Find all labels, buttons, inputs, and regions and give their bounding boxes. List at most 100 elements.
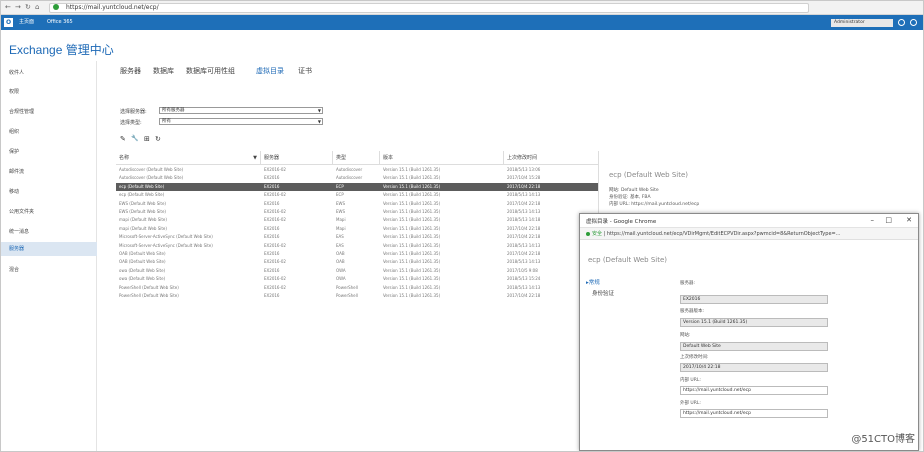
table-cell: Autodiscover <box>336 175 363 181</box>
column-header-version[interactable]: 版本 <box>380 151 504 165</box>
nav-item-organization[interactable]: 组织 <box>1 125 97 139</box>
nav-item-recipients[interactable]: 收件人 <box>1 66 97 80</box>
table-row[interactable]: mapi (Default Web Site) EX2016 Mapi Version… <box>116 225 598 233</box>
table-cell: OAB (Default Web Site) <box>119 251 166 256</box>
tab-dag[interactable]: 数据库可用性组 <box>186 66 235 76</box>
table-cell: EX2016 <box>264 234 280 240</box>
table-cell: EX2016 <box>264 251 280 256</box>
table-cell: Version 15.1 (Build 1261.35) <box>383 251 441 256</box>
settings-icon[interactable] <box>898 19 905 26</box>
field-server: EX2016 <box>680 295 828 304</box>
table-cell: EX2016 <box>264 293 280 298</box>
table-row[interactable]: OAB (Default Web Site) EX2016 OAB Version 1… <box>116 250 598 258</box>
table-row[interactable]: EWS (Default Web Site) EX2016 EWS Version 1… <box>116 200 598 208</box>
table-cell: Microsoft-Server-ActiveSync (Default Web… <box>119 234 213 240</box>
table-row[interactable]: ecp (Default Web Site) EX2016-02 ECP Versio… <box>116 191 598 199</box>
user-menu[interactable]: Administrator <box>831 19 893 27</box>
table-row[interactable]: Microsoft-Server-ActiveSync (Default Web… <box>116 242 598 250</box>
tab-certificates[interactable]: 证书 <box>298 66 312 76</box>
table-cell: EX2016 <box>264 200 280 206</box>
back-icon[interactable]: ← <box>5 3 11 11</box>
table-row[interactable]: PowerShell (Default Web Site) EX2016 Power… <box>116 292 598 300</box>
table-row[interactable]: mapi (Default Web Site) EX2016-02 Mapi Vers… <box>116 216 598 224</box>
table-cell: Version 15.1 (Build 1261.35) <box>383 284 441 290</box>
reload-icon[interactable]: ↻ <box>25 3 31 11</box>
popup-nav-authentication[interactable]: 身份验证 <box>592 289 614 297</box>
refresh-icon[interactable]: ↻ <box>155 135 161 143</box>
nav-item-hybrid[interactable]: 混合 <box>1 263 97 277</box>
table-cell: 2018/5/13 13:06 <box>507 167 541 172</box>
table-row[interactable]: owa (Default Web Site) EX2016-02 OWA Versio… <box>116 275 598 283</box>
table-row[interactable]: ecp (Default Web Site) EX2016 ECP Version 1… <box>116 182 598 192</box>
table-row[interactable]: EWS (Default Web Site) EX2016-02 EWS Versio… <box>116 208 598 216</box>
nav-item-servers[interactable]: 服务器 <box>1 242 97 256</box>
field-label-last-modified: 上次修改时间: <box>680 355 709 360</box>
table-row[interactable]: Autodiscover (Default Web Site) EX2016-02… <box>116 166 598 174</box>
table-cell: Version 15.1 (Build 1261.35) <box>383 242 441 248</box>
popup-url: https://mail.yuntcloud.net/ecp/VDirMgmt/… <box>606 231 841 237</box>
tab-databases[interactable]: 数据库 <box>153 66 174 76</box>
minimize-icon[interactable]: – <box>871 216 875 224</box>
table-row[interactable]: owa (Default Web Site) EX2016 OWA Version 1… <box>116 267 598 275</box>
table-cell: Version 15.1 (Build 1261.35) <box>383 175 441 181</box>
nav-item-public-folders[interactable]: 公用文件夹 <box>1 205 97 219</box>
tab-servers[interactable]: 服务器 <box>120 66 141 76</box>
nav-item-permissions[interactable]: 权限 <box>1 85 97 99</box>
office365-link[interactable]: Office 365 <box>47 15 73 30</box>
home-icon[interactable]: ⌂ <box>35 3 39 11</box>
table-cell: Autodiscover (Default Web Site) <box>119 175 184 181</box>
type-select[interactable]: 所有 ▼ <box>159 118 323 125</box>
edit-virtual-directory-window: 虚拟目录 - Google Chrome – □ ✕ 安全 | https://… <box>579 213 919 451</box>
nav-item-compliance[interactable]: 合规性管理 <box>1 105 97 119</box>
office-logo-icon[interactable]: O <box>4 18 13 27</box>
table-cell: EX2016 <box>264 175 280 181</box>
column-header-modified[interactable]: 上次修改时间 <box>504 151 598 165</box>
help-icon[interactable] <box>910 19 917 26</box>
server-filter-label: 选择服务器: <box>120 109 147 115</box>
forward-icon[interactable]: → <box>15 3 21 11</box>
table-cell: Version 15.1 (Build 1261.35) <box>383 267 441 273</box>
reset-icon[interactable]: ⊞ <box>144 135 150 143</box>
address-bar[interactable]: https://mail.yuntcloud.net/ecp/ <box>49 3 809 13</box>
table-cell: EX2016-02 <box>264 217 286 223</box>
column-header-name[interactable]: 名称 ▼ <box>116 151 261 165</box>
nav-item-mail-flow[interactable]: 邮件流 <box>1 165 97 179</box>
nav-item-mobile[interactable]: 移动 <box>1 185 97 199</box>
table-cell: EX2016-02 <box>264 259 286 265</box>
close-icon[interactable]: ✕ <box>906 216 912 224</box>
table-cell: Version 15.1 (Build 1261.35) <box>383 234 441 240</box>
table-row[interactable]: PowerShell (Default Web Site) EX2016-02 Po… <box>116 284 598 292</box>
secure-lock-icon <box>586 231 590 236</box>
server-select[interactable]: 所有服务器 ▼ <box>159 107 323 114</box>
watermark: @51CTO博客 <box>851 434 915 445</box>
table-row[interactable]: OAB (Default Web Site) EX2016-02 OAB Versio… <box>116 258 598 266</box>
table-cell: ECP <box>336 192 344 198</box>
table-cell: PowerShell (Default Web Site) <box>119 293 179 298</box>
edit-icon[interactable]: ✎ <box>120 135 126 143</box>
table-cell: OWA <box>336 267 346 273</box>
external-url-input[interactable]: https://mail.yuntcloud.net/ecp <box>680 409 828 418</box>
table-cell: OWA <box>336 276 346 282</box>
nav-item-unified-messaging[interactable]: 统一消息 <box>1 225 97 239</box>
table-row[interactable]: Microsoft-Server-ActiveSync (Default Web… <box>116 233 598 241</box>
column-header-server[interactable]: 服务器 <box>261 151 333 165</box>
table-cell: OAB (Default Web Site) <box>119 259 166 265</box>
wrench-icon[interactable]: 🔧 <box>131 135 138 142</box>
maximize-icon[interactable]: □ <box>885 216 892 224</box>
table-cell: EX2016-02 <box>264 242 286 248</box>
admin-center-link[interactable]: 主页面 <box>19 15 34 30</box>
column-header-type[interactable]: 类型 <box>333 151 380 165</box>
popup-nav-general[interactable]: ▸常规 <box>586 278 600 286</box>
table-cell: 2017/10/4 22:18 <box>507 183 541 189</box>
field-website: Default Web Site <box>680 342 828 351</box>
nav-item-protection[interactable]: 保护 <box>1 145 97 159</box>
tab-virtual-directories[interactable]: 虚拟目录 <box>256 66 284 76</box>
table-header: 名称 ▼ 服务器 类型 版本 上次修改时间 <box>116 151 598 165</box>
browser-toolbar: ← → ↻ ⌂ https://mail.yuntcloud.net/ecp/ <box>1 1 923 15</box>
table-row[interactable]: Autodiscover (Default Web Site) EX2016 Aut… <box>116 174 598 182</box>
table-cell: EX2016 <box>264 225 280 231</box>
popup-address-bar[interactable]: 安全 | https://mail.yuntcloud.net/ecp/VDir… <box>580 228 918 240</box>
internal-url-input[interactable]: https://mail.yuntcloud.net/ecp <box>680 386 828 395</box>
field-last-modified: 2017/10/4 22:18 <box>680 363 828 372</box>
details-internal-url: 内部 URL: https://mail.yuntcloud.net/ecp <box>609 202 700 207</box>
